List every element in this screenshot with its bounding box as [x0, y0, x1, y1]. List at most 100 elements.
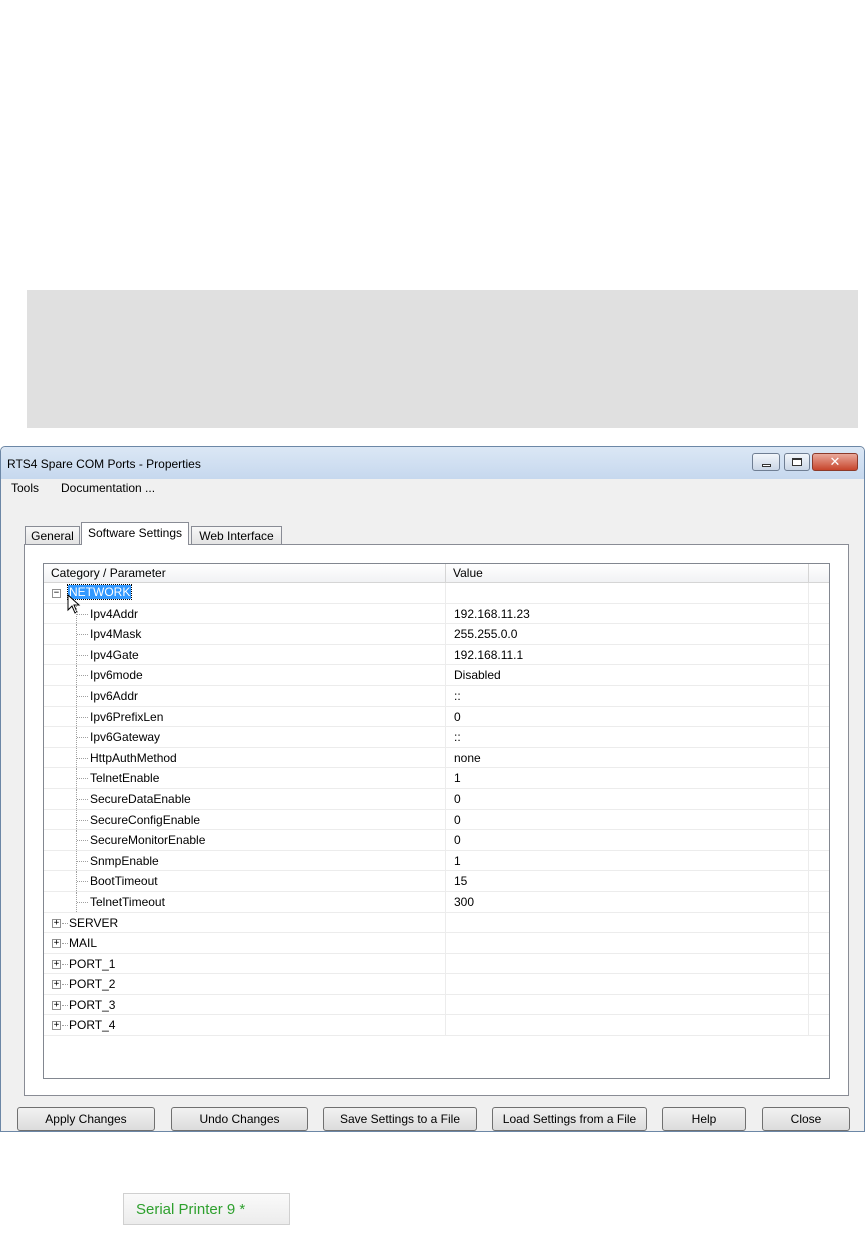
table-row[interactable]: SnmpEnable 1	[44, 850, 829, 872]
param-value[interactable]: 192.168.11.1	[446, 644, 809, 665]
category-cell: + MAIL	[44, 933, 446, 953]
category-cell: Ipv6Gateway	[44, 727, 446, 747]
table-row[interactable]: Ipv6Addr::	[44, 685, 829, 707]
param-name: SecureMonitorEnable	[90, 833, 206, 848]
table-row[interactable]: SecureConfigEnable 0	[44, 809, 829, 831]
tree-group-label[interactable]: SERVER	[69, 916, 118, 930]
column-header-category[interactable]: Category / Parameter	[44, 564, 446, 583]
load-settings-button[interactable]: Load Settings from a File	[492, 1107, 647, 1131]
table-row[interactable]: HttpAuthMethod none	[44, 747, 829, 769]
menu-tools[interactable]: Tools	[11, 481, 39, 495]
category-cell: TelnetEnable	[44, 768, 446, 788]
tree-group-row[interactable]: + PORT_3	[44, 994, 829, 1016]
param-name: HttpAuthMethod	[90, 750, 177, 765]
param-value[interactable]: ::	[446, 685, 809, 706]
tree-line	[77, 695, 88, 697]
category-cell: SnmpEnable	[44, 850, 446, 871]
plus-box-icon[interactable]: +	[52, 939, 61, 949]
category-cell: + PORT_2	[44, 974, 446, 994]
param-value[interactable]: 1	[446, 768, 809, 788]
menu-documentation[interactable]: Documentation ...	[61, 481, 155, 495]
param-name: Ipv4Addr	[90, 606, 139, 621]
table-row[interactable]: Ipv4Gate 192.168.11.1	[44, 644, 829, 666]
tree-group-row[interactable]: + PORT_2	[44, 974, 829, 995]
undo-changes-button[interactable]: Undo Changes	[171, 1107, 308, 1131]
param-value[interactable]: 0	[446, 809, 809, 830]
table-row[interactable]: Ipv6PrefixLen 0	[44, 706, 829, 728]
value-cell	[446, 953, 809, 974]
table-row[interactable]: Ipv4Mask 255.255.0.0	[44, 624, 829, 645]
table-row[interactable]: Ipv4Addr 192.168.11.23	[44, 603, 829, 625]
tree-group-row[interactable]: − NETWORK	[44, 583, 829, 614]
tree-line	[62, 984, 68, 986]
param-value[interactable]: 0	[446, 706, 809, 727]
column-header-value[interactable]: Value	[446, 564, 809, 583]
tree-group-label[interactable]: PORT_2	[69, 977, 115, 991]
close-window-button[interactable]: ✕	[812, 453, 858, 471]
tree-group-label[interactable]: PORT_4	[69, 1018, 115, 1032]
settings-tree-list[interactable]: Category / Parameter Value − NETWORK Ipv4A…	[43, 563, 830, 1079]
table-row[interactable]: TelnetEnable 1	[44, 768, 829, 789]
tab-web-interface[interactable]: Web Interface	[191, 526, 282, 544]
tree-group-row[interactable]: + PORT_1	[44, 953, 829, 975]
minus-box-icon[interactable]: −	[52, 589, 61, 598]
value-cell	[446, 933, 809, 953]
title-bar[interactable]: RTS4 Spare COM Ports - Properties ✕	[1, 447, 864, 479]
close-button[interactable]: Close	[762, 1107, 850, 1131]
param-value[interactable]: none	[446, 747, 809, 768]
minimize-icon	[761, 463, 771, 467]
column-header-filler	[809, 564, 829, 583]
param-value[interactable]: 0	[446, 788, 809, 809]
param-value[interactable]: ::	[446, 727, 809, 747]
param-value[interactable]: 1	[446, 850, 809, 871]
tree-line	[77, 860, 88, 862]
tree-group-row[interactable]: + PORT_4	[44, 1015, 829, 1037]
tree-group-row[interactable]: + MAIL	[44, 933, 829, 954]
param-value[interactable]: 0	[446, 830, 809, 850]
table-row[interactable]: SecureMonitorEnable 0	[44, 830, 829, 851]
tree-line	[62, 963, 68, 965]
tree-group-row[interactable]: + SERVER	[44, 912, 829, 934]
param-name: Ipv6Addr	[90, 688, 139, 703]
category-cell: TelnetTimeout	[44, 891, 446, 912]
param-value[interactable]: Disabled	[446, 665, 809, 685]
tab-general[interactable]: General	[25, 526, 80, 544]
plus-box-icon[interactable]: +	[52, 959, 61, 969]
apply-changes-button[interactable]: Apply Changes	[17, 1107, 155, 1131]
param-value[interactable]: 192.168.11.23	[446, 603, 809, 624]
param-value[interactable]: 255.255.0.0	[446, 624, 809, 644]
serial-printer-tab[interactable]: Serial Printer 9 *	[123, 1193, 290, 1225]
category-cell: Ipv4Gate	[44, 644, 446, 665]
table-row[interactable]: BootTimeout 15	[44, 871, 829, 892]
plus-box-icon[interactable]: +	[52, 918, 61, 928]
param-value[interactable]: 15	[446, 871, 809, 891]
help-button[interactable]: Help	[662, 1107, 746, 1131]
table-row[interactable]: Ipv6mode Disabled	[44, 665, 829, 686]
plus-box-icon[interactable]: +	[52, 1021, 61, 1031]
menu-bar: Tools Documentation ...	[1, 479, 864, 498]
tree-line	[77, 716, 88, 718]
tree-group-label[interactable]: PORT_3	[69, 998, 115, 1012]
tree-group-label[interactable]: PORT_1	[69, 957, 115, 971]
plus-box-icon[interactable]: +	[52, 1000, 61, 1010]
table-row[interactable]: TelnetTimeout 300	[44, 891, 829, 913]
category-cell: SecureConfigEnable	[44, 809, 446, 830]
param-value[interactable]: 300	[446, 891, 809, 912]
save-settings-button[interactable]: Save Settings to a File	[323, 1107, 477, 1131]
tree-group-label[interactable]: MAIL	[69, 936, 97, 950]
maximize-button[interactable]	[784, 453, 810, 471]
minimize-button[interactable]	[752, 453, 780, 471]
tree-line	[62, 1004, 68, 1006]
maximize-icon	[792, 458, 802, 466]
table-row[interactable]: Ipv6Gateway::	[44, 727, 829, 748]
window-title: RTS4 Spare COM Ports - Properties	[7, 457, 201, 471]
plus-box-icon[interactable]: +	[52, 980, 61, 990]
category-cell: Ipv4Addr	[44, 603, 446, 624]
doc-link-3[interactable]	[769, 0, 811, 16]
table-row[interactable]: SecureDataEnable 0	[44, 788, 829, 810]
param-name: Ipv6PrefixLen	[90, 709, 164, 724]
doc-link-1[interactable]	[481, 0, 668, 16]
doc-link-2[interactable]	[677, 0, 719, 16]
tab-software-settings[interactable]: Software Settings	[81, 522, 189, 545]
doc-link-4[interactable]	[150, 76, 390, 94]
